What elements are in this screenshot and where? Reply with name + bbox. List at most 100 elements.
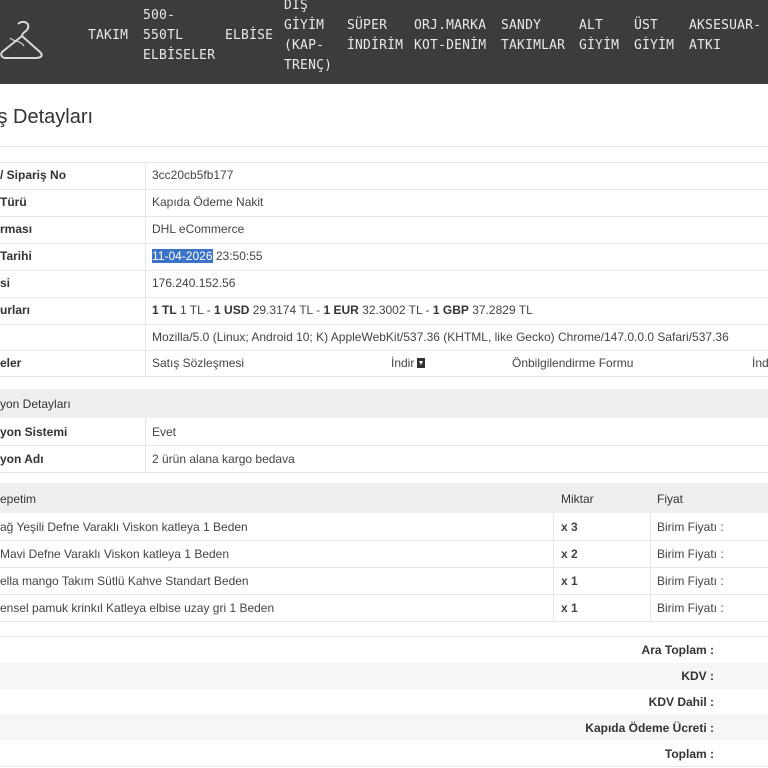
download-preinfo-form-link[interactable]: İnd xyxy=(752,356,768,370)
vat-label: KDV : xyxy=(681,669,714,683)
nav-item-aksesuar-atki[interactable]: AKSESUAR- ATKI xyxy=(689,16,761,56)
divider xyxy=(0,766,768,767)
divider xyxy=(0,162,768,163)
exchange-rates-label: urları xyxy=(0,303,31,317)
download-sales-contract-link[interactable]: İndir xyxy=(391,356,426,370)
divider xyxy=(145,162,146,376)
product-name[interactable]: ağ Yeşili Defne Varaklı Viskon katleya 1… xyxy=(0,520,248,534)
selected-date-text[interactable]: 11-04-2026 xyxy=(152,249,213,263)
product-quantity: x 2 xyxy=(561,547,578,561)
preinfo-form-label: Önbilgilendirme Formu xyxy=(512,356,634,370)
nav-item-elbise[interactable]: ELBİSE xyxy=(225,26,273,46)
sales-contract-label: Satış Sözleşmesi xyxy=(152,356,245,370)
rate-currency: 1 TL xyxy=(152,303,177,317)
nav-label: ELBİSELER xyxy=(143,48,216,63)
order-date-label: Tarihi xyxy=(0,249,32,263)
vat-included-label: KDV Dahil : xyxy=(648,695,714,709)
nav-item-dis-giyim[interactable]: DIŞ GİYİM (KAP- TRENÇ) xyxy=(284,0,332,76)
rate-currency: 1 GBP xyxy=(432,303,469,317)
payment-type-label: Türü xyxy=(0,195,27,209)
cart-product-column-header: epetim xyxy=(0,492,37,506)
nav-item-sandy-takimlar[interactable]: SANDY TAKIMLAR xyxy=(501,16,565,56)
product-name[interactable]: ella mango Takım Sütlü Kahve Standart Be… xyxy=(0,574,249,588)
product-quantity: x 3 xyxy=(561,520,578,534)
divider xyxy=(0,189,768,190)
top-navigation: TAKIM 500- 550TL ELBİSELER ELBİSE DIŞ Gİ… xyxy=(0,0,768,84)
cargo-company-label: rması xyxy=(0,222,33,236)
nav-item-orj-marka-kot-denim[interactable]: ORJ.MARKA KOT-DENİM xyxy=(414,16,486,56)
nav-label: TRENÇ) xyxy=(284,58,333,73)
exchange-rates-value: 1 TL 1 TL - 1 USD 29.3174 TL - 1 EUR 32.… xyxy=(152,303,533,317)
order-date-value[interactable]: 11-04-2026 23:50:55 xyxy=(152,249,263,263)
documents-label: eler xyxy=(0,356,22,370)
divider xyxy=(0,146,768,147)
campaign-system-label: yon Sistemi xyxy=(0,425,68,439)
rate-currency: 1 EUR xyxy=(323,303,359,317)
nav-item-alt-giyim[interactable]: ALT GİYİM xyxy=(579,16,619,56)
nav-item-takim[interactable]: TAKIM xyxy=(88,26,128,46)
nav-label: ATKI xyxy=(689,38,722,53)
nav-label: ALT xyxy=(579,18,604,33)
nav-label: SÜPER xyxy=(347,18,388,33)
divider xyxy=(0,243,768,244)
divider xyxy=(0,445,768,446)
subtotal-label: Ara Toplam : xyxy=(641,643,714,657)
campaign-name-label: yon Adı xyxy=(0,452,44,466)
divider xyxy=(0,376,768,377)
nav-label: (KAP- xyxy=(284,38,325,53)
nav-label: ORJ.MARKA xyxy=(414,18,487,33)
nav-label: ELBİSE xyxy=(225,28,274,43)
rate-amount: 29.3174 TL - xyxy=(252,303,321,317)
totals-stripe xyxy=(0,663,768,689)
rate-amount: 37.2829 TL xyxy=(472,303,533,317)
cargo-company-value: DHL eCommerce xyxy=(152,222,245,236)
ip-label: si xyxy=(0,276,11,290)
nav-label: ÜST xyxy=(634,18,659,33)
nav-label: TAKIM xyxy=(88,28,129,43)
nav-label: SANDY xyxy=(501,18,542,33)
nav-label: GİYİM xyxy=(284,18,325,33)
divider xyxy=(0,297,768,298)
campaign-system-value: Evet xyxy=(152,425,177,439)
rate-amount: 32.3002 TL - xyxy=(362,303,430,317)
order-number-label: / Sipariş No xyxy=(0,168,67,182)
product-quantity: x 1 xyxy=(561,574,578,588)
unit-price-label: Birim Fiyatı : xyxy=(657,601,724,615)
rate-currency: 1 USD xyxy=(214,303,250,317)
ip-value: 176.240.152.56 xyxy=(152,276,236,290)
unit-price-label: Birim Fiyatı : xyxy=(657,520,724,534)
divider xyxy=(0,270,768,271)
unit-price-label: Birim Fiyatı : xyxy=(657,574,724,588)
divider xyxy=(0,594,768,595)
divider xyxy=(0,540,768,541)
divider xyxy=(0,621,768,622)
cart-table-header: epetim Miktar Fiyat xyxy=(0,483,768,513)
product-quantity: x 1 xyxy=(561,601,578,615)
nav-label: GİYİM xyxy=(634,38,675,53)
product-name[interactable]: Mavi Defne Varaklı Viskon katleya 1 Bede… xyxy=(0,547,229,561)
nav-label: KOT-DENİM xyxy=(414,38,487,53)
hanger-logo-icon[interactable] xyxy=(0,18,46,70)
payment-type-value: Kapıda Ödeme Nakit xyxy=(152,195,264,209)
download-label: İndir xyxy=(391,356,415,370)
divider xyxy=(0,324,768,325)
product-name[interactable]: ensel pamuk krinkıl Katleya elbise uzay … xyxy=(0,601,274,615)
page-title: iş Detayları xyxy=(0,106,94,128)
nav-label: DIŞ xyxy=(284,0,309,13)
nav-item-500-550tl-elbiseler[interactable]: 500- 550TL ELBİSELER xyxy=(143,6,215,66)
nav-item-ust-giyim[interactable]: ÜST GİYİM xyxy=(634,16,674,56)
campaign-section-header: yon Detayları xyxy=(0,389,768,418)
cod-fee-label: Kapıda Ödeme Ücreti : xyxy=(585,721,714,735)
campaign-name-value: 2 ürün alana kargo bedava xyxy=(152,452,295,466)
order-number-value: 3cc20cb5fb177 xyxy=(152,168,234,182)
nav-label: GİYİM xyxy=(579,38,620,53)
order-time: 23:50:55 xyxy=(215,249,263,263)
cart-price-column-header: Fiyat xyxy=(657,492,684,506)
nav-item-super-indirim[interactable]: SÜPER İNDİRİM xyxy=(347,16,403,56)
campaign-heading: yon Detayları xyxy=(0,397,71,411)
user-agent-value: Mozilla/5.0 (Linux; Android 10; K) Apple… xyxy=(152,330,729,344)
rate-amount: 1 TL - xyxy=(180,303,211,317)
nav-label: İNDİRİM xyxy=(347,38,404,53)
divider xyxy=(0,472,768,473)
nav-label: TAKIMLAR xyxy=(501,38,566,53)
